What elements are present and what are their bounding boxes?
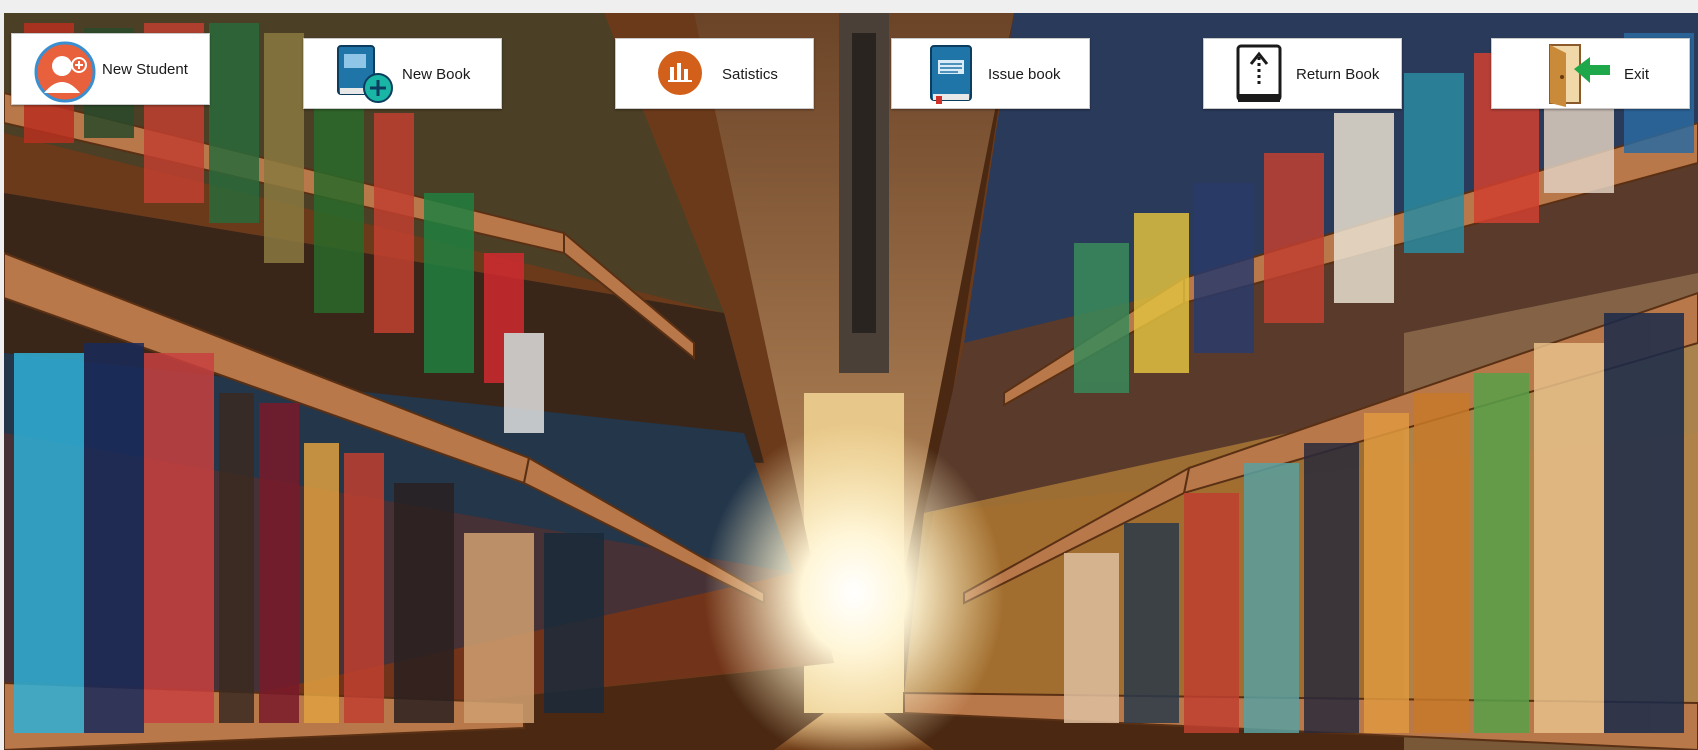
library-illustration [4,13,1698,750]
issue-book-icon [930,45,972,104]
new-book-label: New Book [402,66,471,83]
exit-button[interactable]: Exit [1491,38,1690,109]
library-shelves-background [4,13,1698,750]
new-student-label: New Student [102,61,188,78]
window-top-strip [0,0,1698,13]
exit-label: Exit [1624,66,1650,83]
statistics-label: Satistics [722,66,778,83]
student-add-icon [34,41,96,103]
statistics-icon [658,51,702,95]
book-add-icon [337,45,393,103]
new-book-button[interactable]: New Book [303,38,502,109]
return-book-label: Return Book [1296,66,1380,83]
return-book-icon [1236,44,1282,102]
return-book-button[interactable]: Return Book [1203,38,1402,109]
issue-book-button[interactable]: Issue book [891,38,1090,109]
statistics-button[interactable]: Satistics [615,38,814,109]
exit-icon [1549,44,1610,107]
new-student-button[interactable]: New Student [11,33,210,105]
issue-book-label: Issue book [988,66,1061,83]
